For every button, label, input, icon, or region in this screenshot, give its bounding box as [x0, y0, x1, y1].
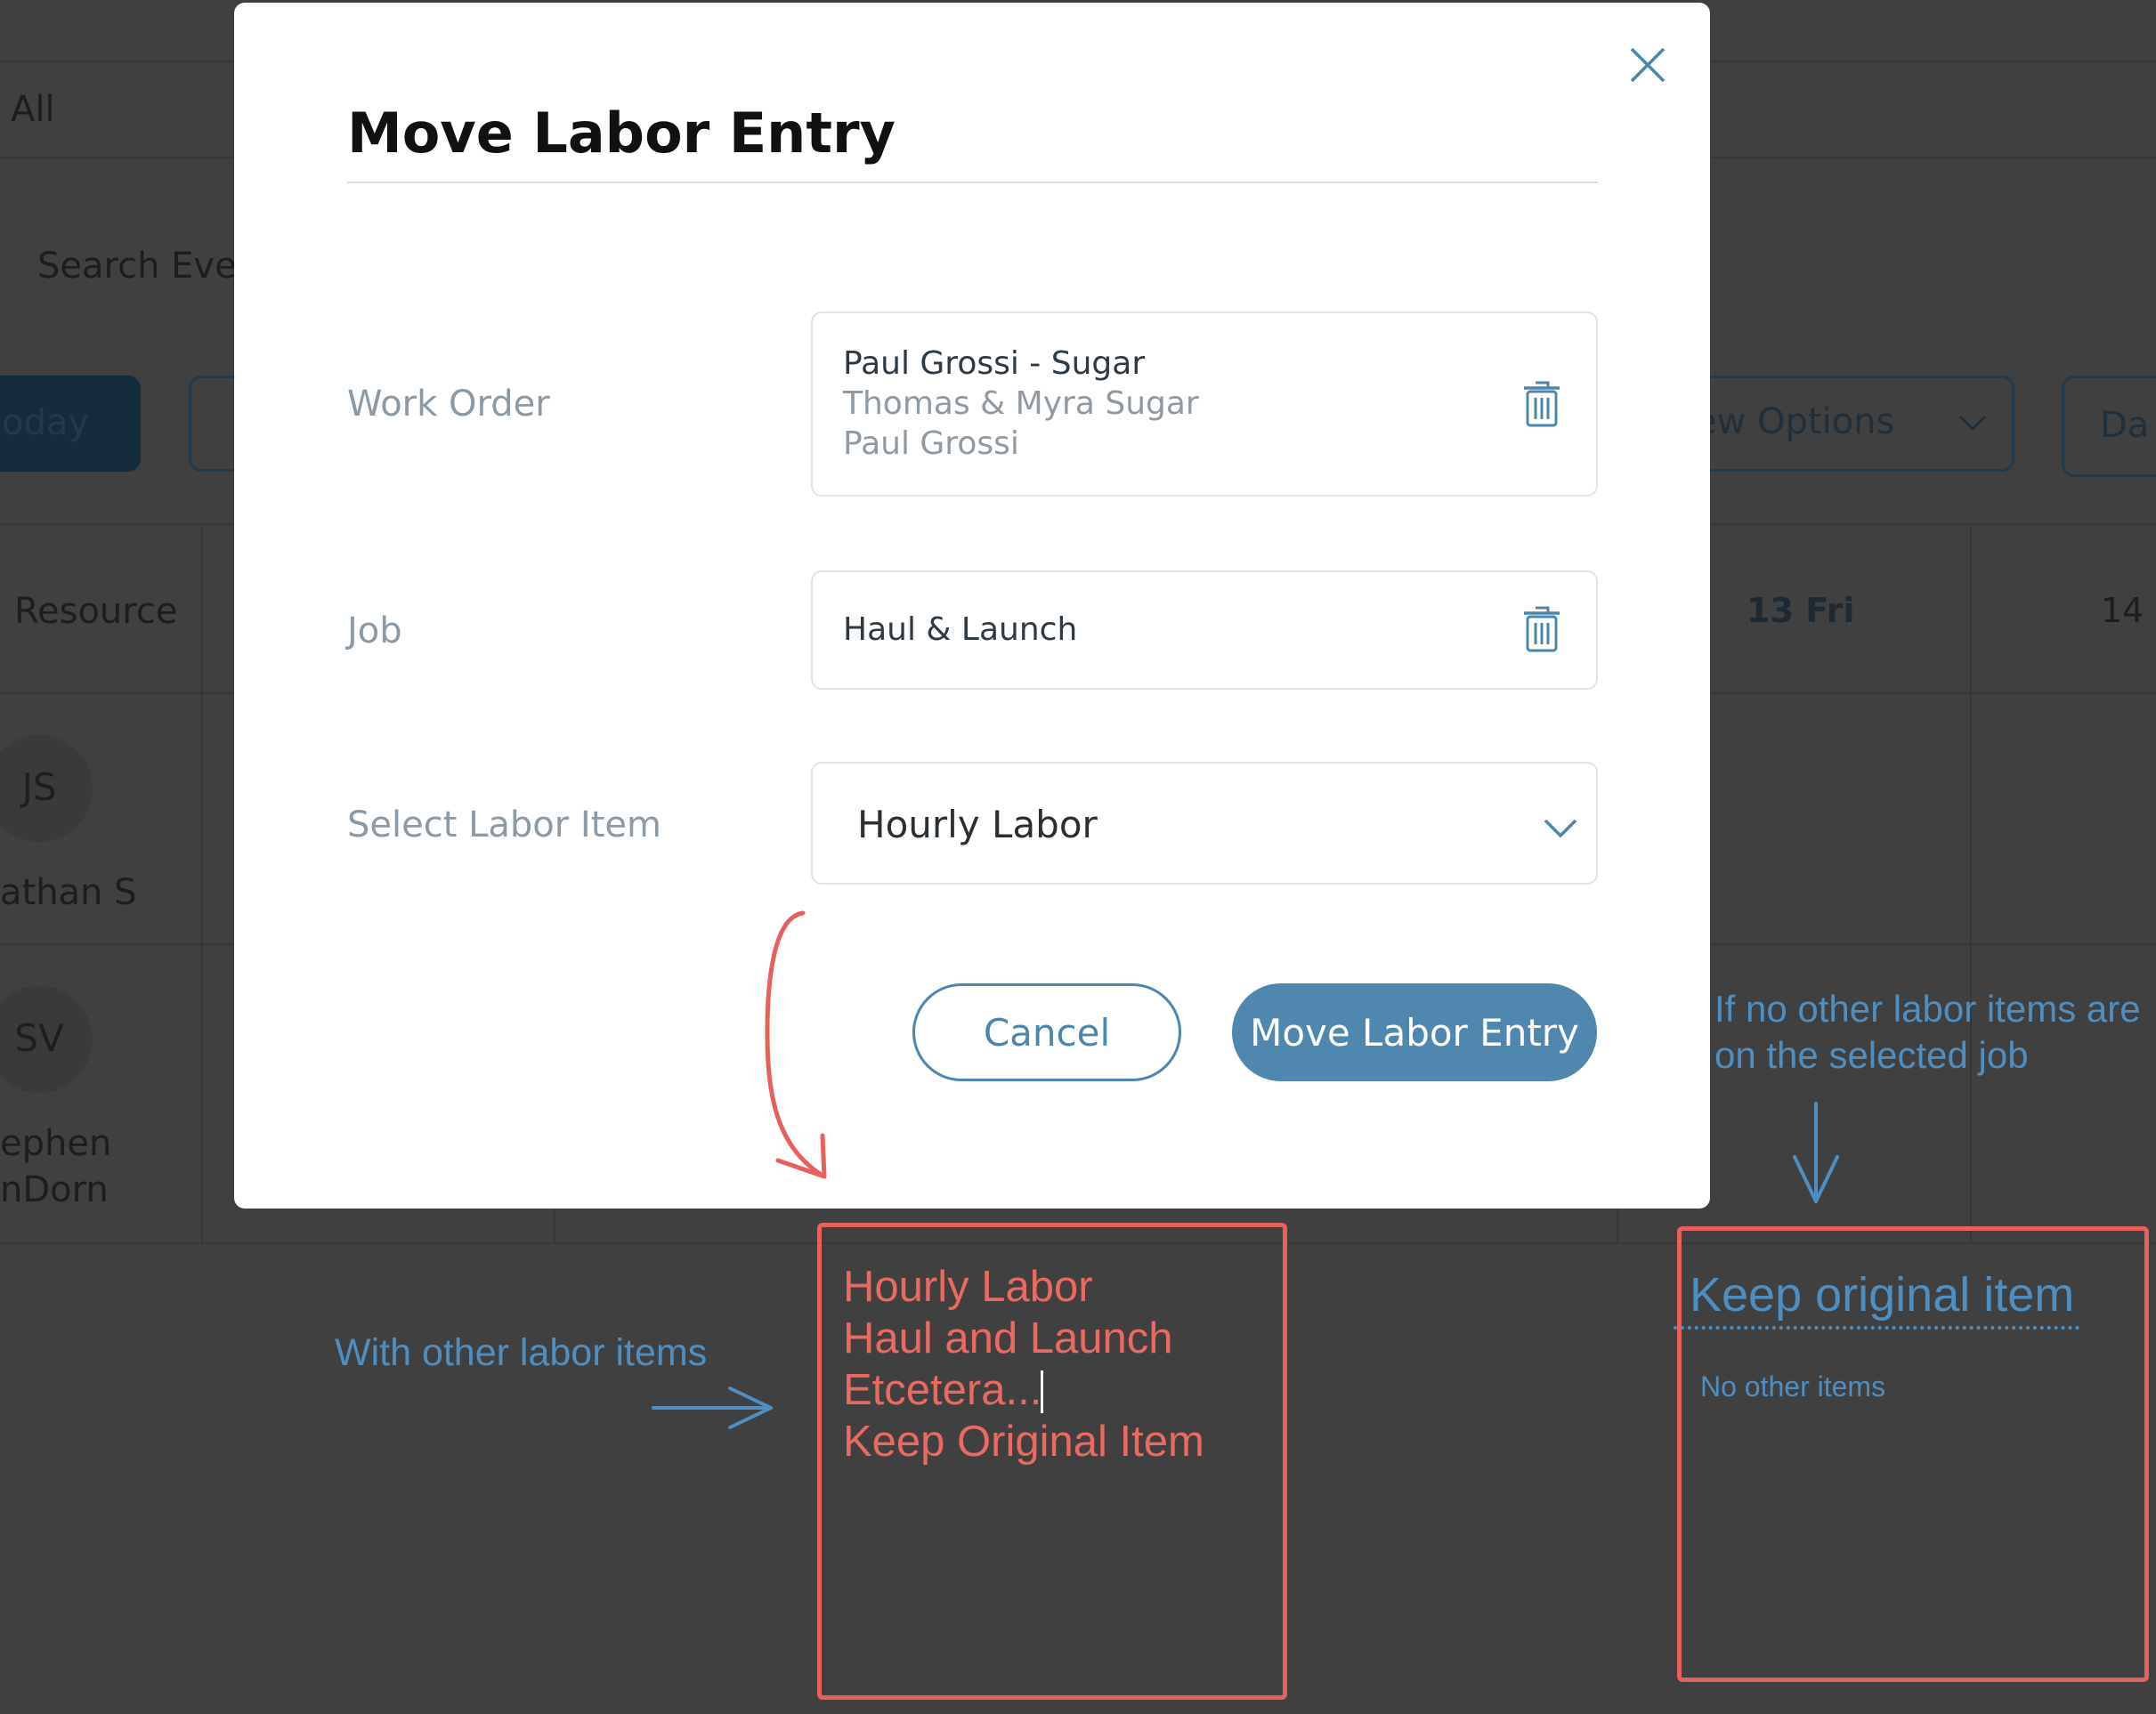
trash-icon[interactable] — [1521, 379, 1562, 429]
modal-title: Move Labor Entry — [347, 101, 896, 166]
keep-original-option: Keep original item — [1690, 1268, 2075, 1322]
job-label: Job — [347, 610, 402, 651]
labor-item-selected: Hourly Labor — [857, 803, 1098, 846]
work-order-customer: Thomas & Myra Sugar — [843, 385, 1199, 422]
job-field[interactable]: Haul & Launch — [811, 570, 1598, 690]
divider — [1970, 523, 1972, 1244]
today-button[interactable]: oday — [0, 376, 141, 472]
annotation-caption: If no other labor items are — [1714, 988, 2141, 1030]
today-button-label: oday — [2, 402, 90, 443]
divider — [201, 523, 203, 1244]
move-labor-entry-modal: Move Labor Entry Work Order Paul Grossi … — [234, 3, 1710, 1209]
chevron-down-icon — [1958, 415, 1987, 432]
move-labor-entry-button[interactable]: Move Labor Entry — [1232, 983, 1597, 1081]
search-input[interactable]: Search Eve — [37, 246, 237, 287]
annotation-caption: on the selected job — [1714, 1034, 2029, 1076]
resource-header: Resource — [14, 591, 178, 632]
avatar: SV — [0, 986, 93, 1093]
work-order-label: Work Order — [347, 384, 550, 424]
day-view-button[interactable]: Da — [2062, 376, 2156, 477]
work-order-field[interactable]: Paul Grossi - Sugar Thomas & Myra Sugar … — [811, 311, 1598, 497]
labor-item-label: Select Labor Item — [347, 804, 661, 845]
close-icon[interactable] — [1623, 40, 1673, 90]
chevron-down-icon[interactable] — [1543, 817, 1578, 840]
avatar-initials: JS — [21, 765, 57, 809]
job-value: Haul & Launch — [843, 611, 1078, 648]
resource-name: ephen — [0, 1123, 112, 1164]
filter-all[interactable]: All — [11, 89, 55, 130]
view-options-label: ew Options — [1695, 401, 1895, 442]
text-cursor — [1041, 1370, 1043, 1413]
annotation-list-item: Hourly Labor — [843, 1263, 1093, 1311]
annotation-caption: With other labor items — [335, 1331, 708, 1374]
avatar: JS — [0, 735, 93, 842]
labor-item-select[interactable]: Hourly Labor — [811, 762, 1598, 885]
resource-name: nDorn — [0, 1169, 109, 1210]
day-header-13: 13 Fri — [1747, 591, 1855, 630]
no-other-items-text: No other items — [1700, 1370, 1886, 1403]
dotted-underline — [1674, 1326, 2079, 1330]
blue-arrow-down — [1793, 1102, 1839, 1203]
avatar-initials: SV — [14, 1016, 64, 1060]
work-order-contact: Paul Grossi — [843, 425, 1019, 462]
divider — [554, 1209, 555, 1244]
annotation-list-item: Keep Original Item — [843, 1418, 1204, 1466]
work-order-title: Paul Grossi - Sugar — [843, 345, 1146, 382]
trash-icon[interactable] — [1521, 604, 1562, 654]
view-options-dropdown[interactable]: ew Options — [1695, 376, 2014, 472]
resource-name: athan S — [0, 872, 137, 913]
title-divider — [347, 182, 1598, 183]
annotation-list-item: Etcetera... — [843, 1366, 1042, 1414]
blue-arrow-right — [652, 1387, 773, 1429]
cancel-button[interactable]: Cancel — [912, 983, 1181, 1081]
day-header-14: 14 S — [2101, 591, 2156, 630]
annotation-list-item: Haul and Launch — [843, 1314, 1173, 1362]
day-view-label: Da — [2100, 405, 2150, 446]
